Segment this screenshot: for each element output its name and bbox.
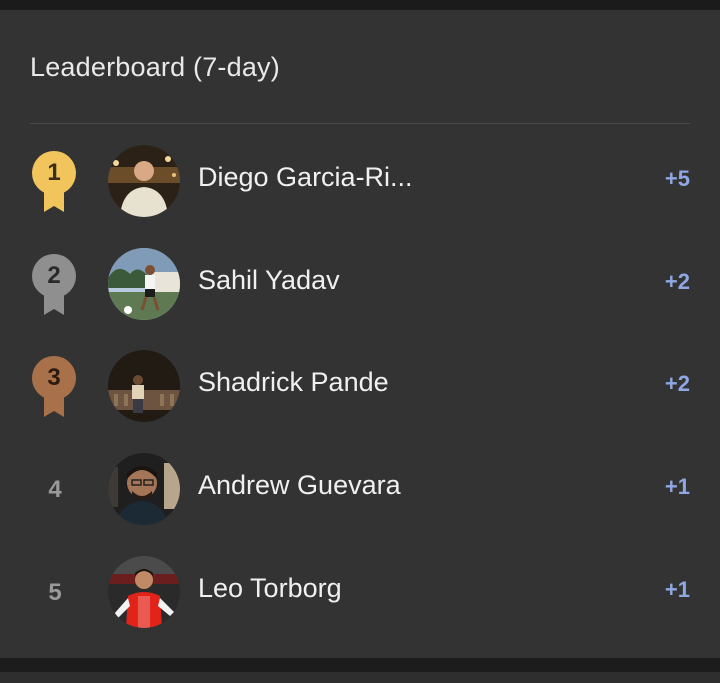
score-delta: +2	[664, 269, 690, 294]
leaderboard-row[interactable]: 3 Shadrick Pande +2	[0, 341, 720, 431]
gold-medal-icon: 1	[30, 150, 80, 212]
player-name: Diego Garcia-Ri...	[198, 162, 413, 192]
top-strip	[0, 0, 720, 10]
rank-badge: 5	[30, 561, 80, 623]
avatar[interactable]	[108, 248, 180, 320]
leaderboard-row[interactable]: 2 Sahil Yadav +2	[0, 239, 720, 329]
rank-number: 2	[47, 262, 61, 289]
avatar[interactable]	[108, 350, 180, 422]
rank-number: 3	[47, 364, 61, 391]
section-divider	[0, 658, 720, 672]
silver-medal-icon: 2	[30, 253, 80, 315]
leaderboard-row[interactable]: 1 Diego Garcia-Ri... +5	[0, 136, 720, 226]
bronze-medal-icon: 3	[30, 355, 80, 417]
rank-badge: 4	[30, 458, 80, 520]
title-divider	[30, 123, 690, 124]
rank-number: 1	[47, 159, 61, 186]
avatar[interactable]	[108, 453, 180, 525]
leaderboard-card: Leaderboard (7-day) 1 Diego Garcia-Ri...	[0, 10, 720, 658]
score-delta: +2	[664, 371, 690, 396]
bottom-strip	[0, 672, 720, 683]
rank-number: 5	[48, 579, 62, 606]
avatar[interactable]	[108, 556, 180, 628]
leaderboard-row[interactable]: 4 Andrew Guevara +1	[0, 444, 720, 534]
score-delta: +5	[664, 166, 690, 191]
player-name: Leo Torborg	[198, 573, 342, 603]
avatar[interactable]	[108, 145, 180, 217]
player-name: Shadrick Pande	[198, 367, 389, 397]
rank-number: 4	[48, 476, 62, 503]
leaderboard-row[interactable]: 5 Leo Torborg +1	[0, 547, 720, 637]
player-name: Andrew Guevara	[198, 470, 401, 500]
score-delta: +1	[664, 474, 690, 499]
player-name: Sahil Yadav	[198, 265, 340, 295]
score-delta: +1	[664, 577, 690, 602]
leaderboard-title: Leaderboard (7-day)	[30, 52, 280, 82]
